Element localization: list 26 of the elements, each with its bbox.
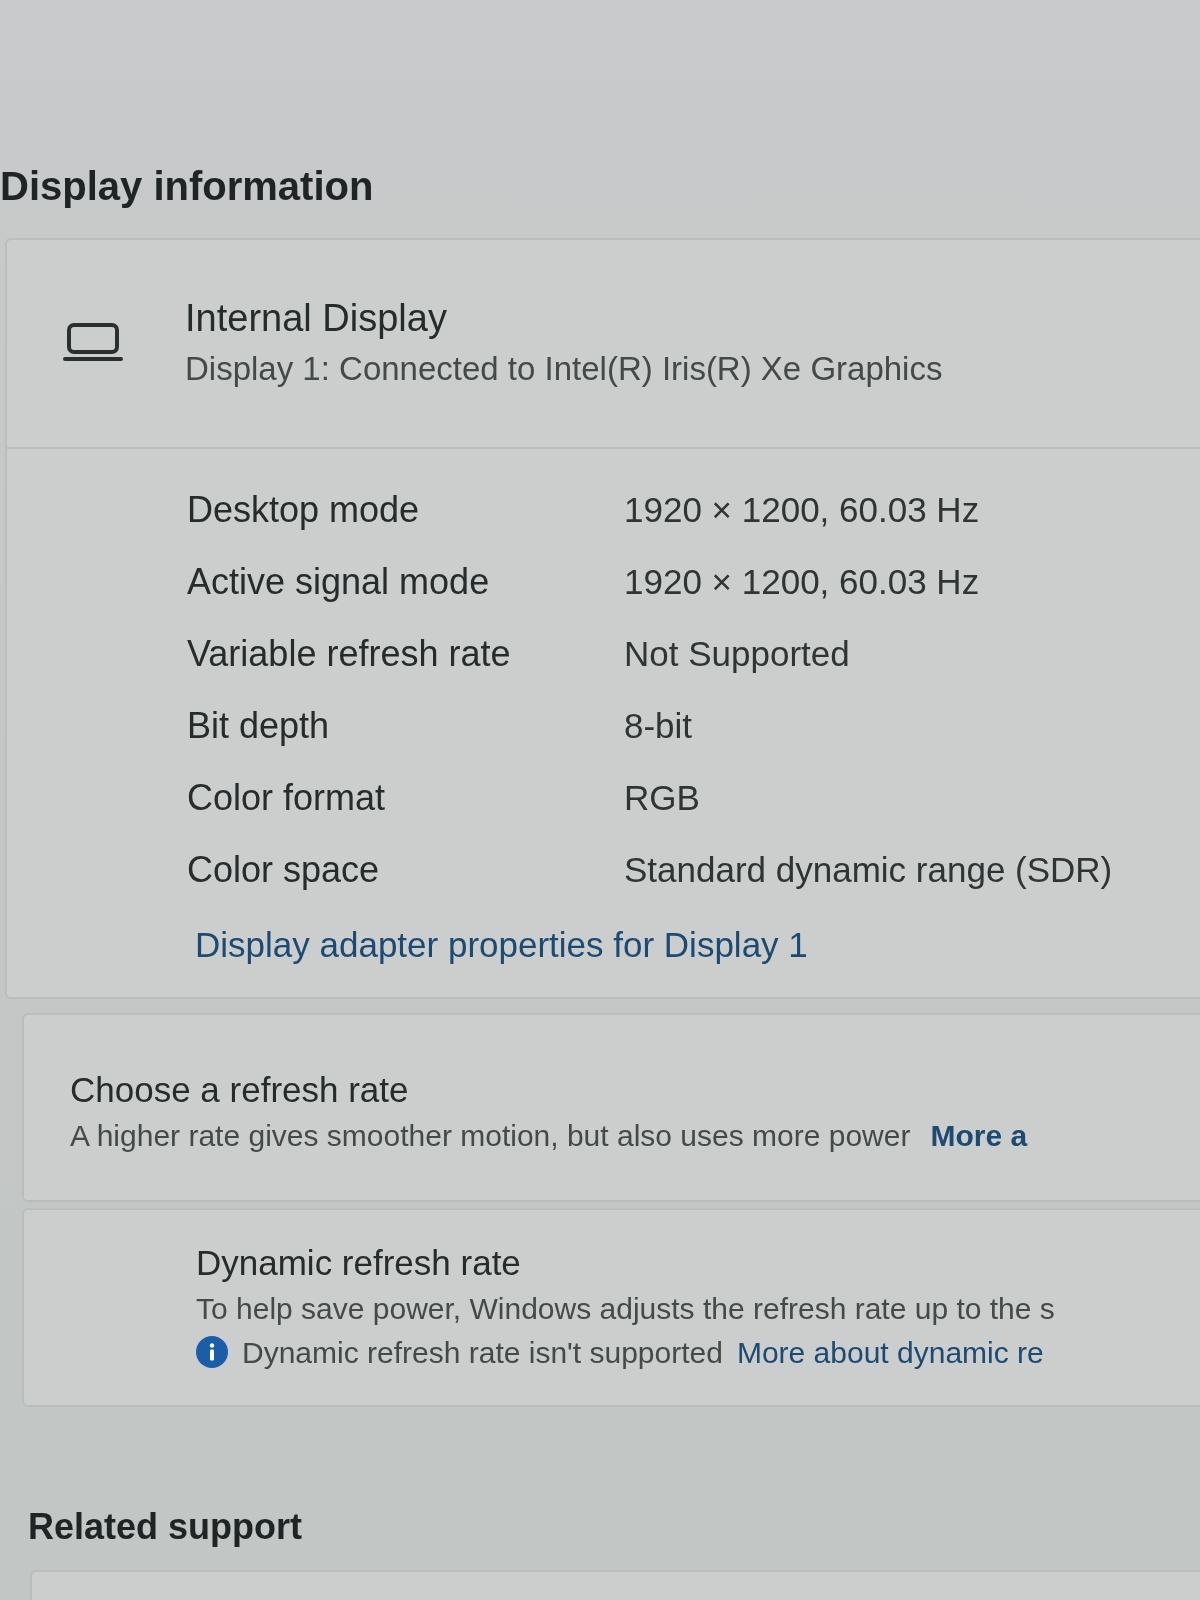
property-value: RGB <box>624 776 700 819</box>
refresh-rate-title: Choose a refresh rate <box>70 1068 409 1111</box>
property-label: Bit depth <box>187 703 330 748</box>
refresh-rate-description: A higher rate gives smoother motion, but also uses more power <box>70 1117 911 1154</box>
display-connection-text: Display 1: Connected to Intel(R) Iris(R) Xe Graphics <box>185 348 943 389</box>
property-label: Active signal mode <box>187 559 490 604</box>
property-label: Color space <box>187 847 380 892</box>
laptop-icon <box>63 322 123 363</box>
section-title: Related support <box>28 1505 303 1549</box>
section-title: Display information <box>0 163 374 210</box>
more-about-link[interactable]: More a <box>930 1116 1028 1155</box>
display-name: Internal Display <box>185 296 447 341</box>
dynamic-refresh-link[interactable]: More about dynamic re <box>736 1333 1044 1372</box>
property-value: Standard dynamic range (SDR) <box>624 848 1113 891</box>
property-value: Not Supported <box>624 632 850 675</box>
dynamic-refresh-description: To help save power, Windows adjusts the refresh rate up to the s <box>196 1291 1055 1328</box>
dynamic-refresh-title: Dynamic refresh rate <box>196 1242 521 1285</box>
property-label: Variable refresh rate <box>187 631 511 676</box>
info-icon <box>196 1336 228 1369</box>
property-value: 1920 × 1200, 60.03 Hz <box>624 488 980 531</box>
property-label: Color format <box>187 775 386 820</box>
adapter-properties-link[interactable]: Display adapter properties for Display 1 <box>195 922 808 967</box>
property-value: 8-bit <box>624 704 693 747</box>
property-value: 1920 × 1200, 60.03 Hz <box>624 560 980 603</box>
property-label: Desktop mode <box>187 487 420 532</box>
unsupported-notice: Dynamic refresh rate isn't supported <box>242 1334 723 1371</box>
